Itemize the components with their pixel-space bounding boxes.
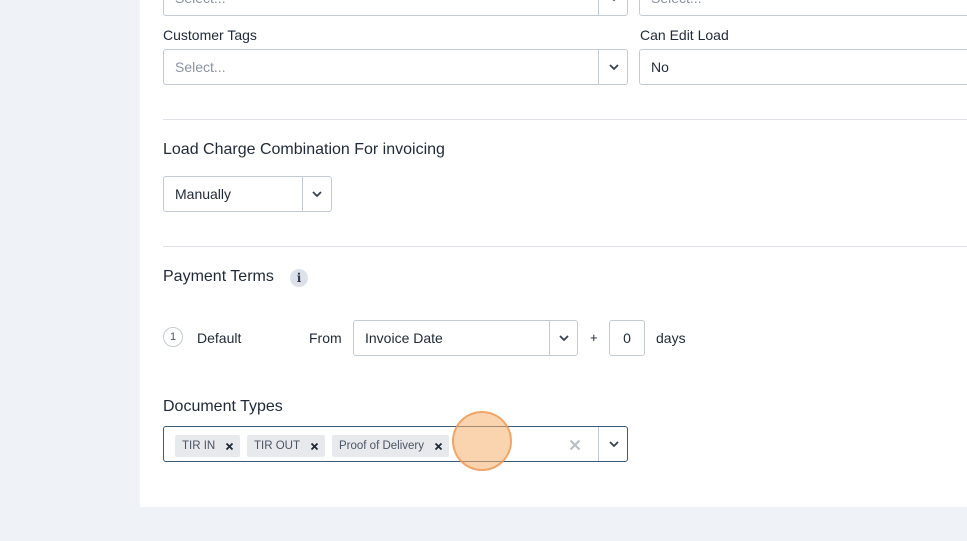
remove-tag-icon[interactable] xyxy=(310,442,319,451)
can-edit-load-value: No xyxy=(651,59,669,75)
load-charge-select[interactable]: Manually xyxy=(163,176,332,212)
chevron-down-icon[interactable] xyxy=(550,321,578,355)
chevron-down-icon[interactable] xyxy=(600,0,628,15)
chevron-down-icon[interactable] xyxy=(600,50,628,84)
load-charge-title: Load Charge Combination For invoicing xyxy=(163,141,445,158)
tag-label: TIR OUT xyxy=(254,440,300,452)
select-separator xyxy=(598,0,599,15)
customer-tags-placeholder: Select... xyxy=(175,59,226,75)
payment-from-label: From xyxy=(309,330,342,346)
select-separator xyxy=(598,50,599,84)
tag-label: Proof of Delivery xyxy=(339,440,425,452)
clear-all-icon[interactable] xyxy=(568,438,582,452)
can-edit-load-select[interactable]: No xyxy=(639,49,967,85)
top-left-select-placeholder: Select... xyxy=(175,0,226,15)
top-right-select[interactable]: Select... xyxy=(639,0,967,16)
top-left-select[interactable]: Select... xyxy=(163,0,628,16)
info-icon[interactable]: i xyxy=(290,269,308,287)
select-separator xyxy=(598,427,599,461)
payment-days-input[interactable]: 0 xyxy=(609,320,645,356)
payment-term-name: Default xyxy=(197,330,242,346)
document-type-tag: TIR IN xyxy=(175,435,241,457)
payment-days-value: 0 xyxy=(623,330,631,346)
load-charge-value: Manually xyxy=(175,186,232,202)
tag-label: TIR IN xyxy=(182,440,216,452)
plus-sign: + xyxy=(590,330,598,345)
document-type-tag: TIR OUT xyxy=(247,435,325,457)
remove-tag-icon[interactable] xyxy=(434,442,443,451)
section-divider xyxy=(163,246,967,247)
can-edit-load-label: Can Edit Load xyxy=(640,27,729,43)
days-label: days xyxy=(656,330,686,346)
remove-tag-icon[interactable] xyxy=(225,442,234,451)
chevron-down-icon[interactable] xyxy=(303,177,331,211)
section-divider xyxy=(163,119,967,120)
document-types-title: Document Types xyxy=(163,398,283,415)
document-type-tag: Proof of Delivery xyxy=(332,435,450,457)
payment-from-value: Invoice Date xyxy=(365,330,443,346)
customer-tags-label: Customer Tags xyxy=(163,27,257,43)
document-types-multiselect[interactable]: TIR IN TIR OUT Proof of Delivery xyxy=(163,426,628,462)
top-right-select-placeholder: Select... xyxy=(651,0,702,15)
payment-terms-title: Payment Terms xyxy=(163,268,274,285)
payment-from-select[interactable]: Invoice Date xyxy=(353,320,578,356)
customer-tags-select[interactable]: Select... xyxy=(163,49,628,85)
chevron-down-icon[interactable] xyxy=(600,427,628,461)
payment-term-number: 1 xyxy=(163,327,183,347)
